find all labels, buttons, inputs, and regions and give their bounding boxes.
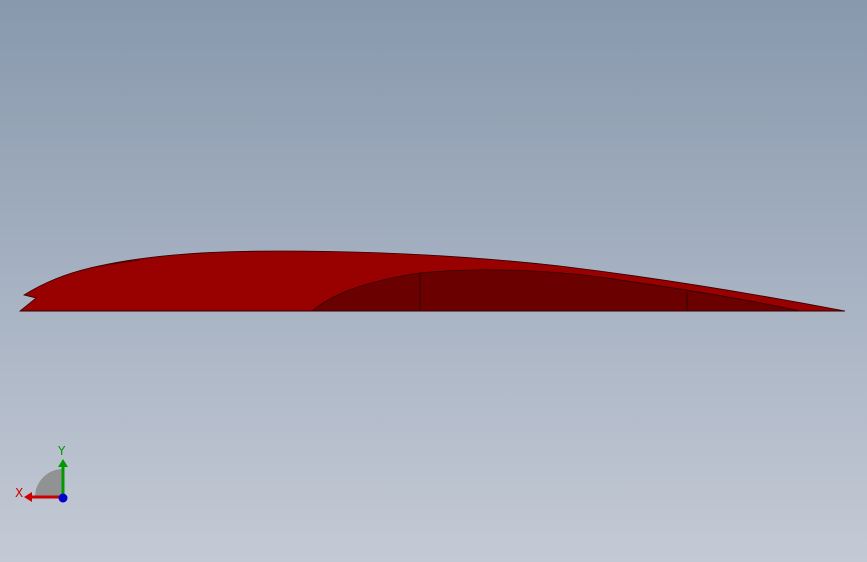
x-axis-arrowhead-icon [24, 492, 32, 502]
z-axis-dot-icon [58, 493, 68, 503]
y-axis-arrowhead-icon [58, 459, 68, 467]
airfoil-model[interactable] [0, 0, 867, 562]
graphics-viewport[interactable]: X Y [0, 0, 867, 562]
x-axis-label: X [15, 486, 23, 500]
y-axis-label: Y [57, 444, 66, 458]
coordinate-triad: X Y [15, 444, 68, 503]
triad-plane-icon [35, 469, 63, 497]
